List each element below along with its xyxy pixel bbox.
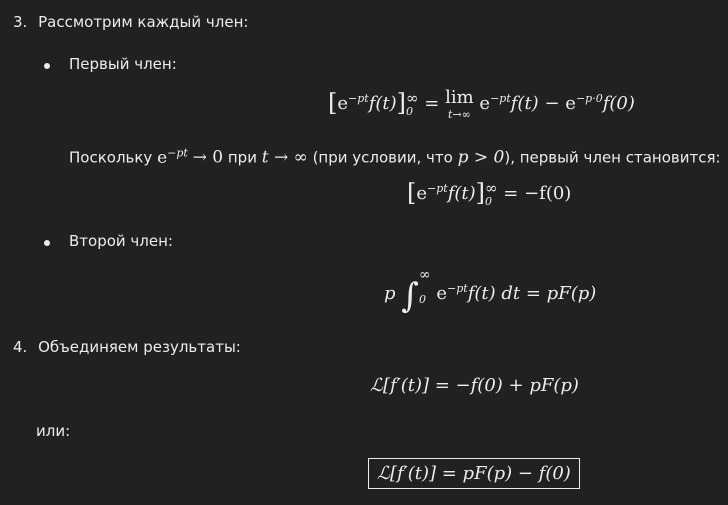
- equation-second-term-integral: p ∫ ∞ 0 e−ptf(t) dt = pF(p): [384, 267, 597, 316]
- explanation-text: Поскольку e−pt → 0 при t → ∞ (при услови…: [69, 146, 721, 168]
- or-label: или:: [36, 422, 71, 440]
- equation-first-term-limit: [e−ptf(t)] ∞ 0 = lim t→∞ e−ptf(t) − e−p·0f(…: [328, 87, 635, 121]
- equation-combined: ℒ[f′(t)] = −f(0) + pF(p): [370, 375, 579, 396]
- step-title: Рассмотрим каждый член:: [38, 13, 249, 31]
- bullet-second-term: Второй член:: [69, 232, 173, 250]
- bullet-marker: [44, 63, 50, 69]
- step-3-heading: 3. Рассмотрим каждый член:: [13, 13, 248, 31]
- bullet-first-term: Первый член:: [69, 55, 177, 73]
- bullet-marker: [44, 240, 50, 246]
- step-title: Объединяем результаты:: [38, 338, 241, 356]
- step-number: 4.: [13, 338, 28, 356]
- equation-first-term-result: [e−ptf(t)] ∞ 0 = −f(0): [407, 179, 572, 208]
- step-4-heading: 4. Объединяем результаты:: [13, 338, 241, 356]
- equation-final-boxed: ℒ[f′(t)] = pF(p) − f(0): [368, 458, 580, 489]
- step-number: 3.: [13, 13, 28, 31]
